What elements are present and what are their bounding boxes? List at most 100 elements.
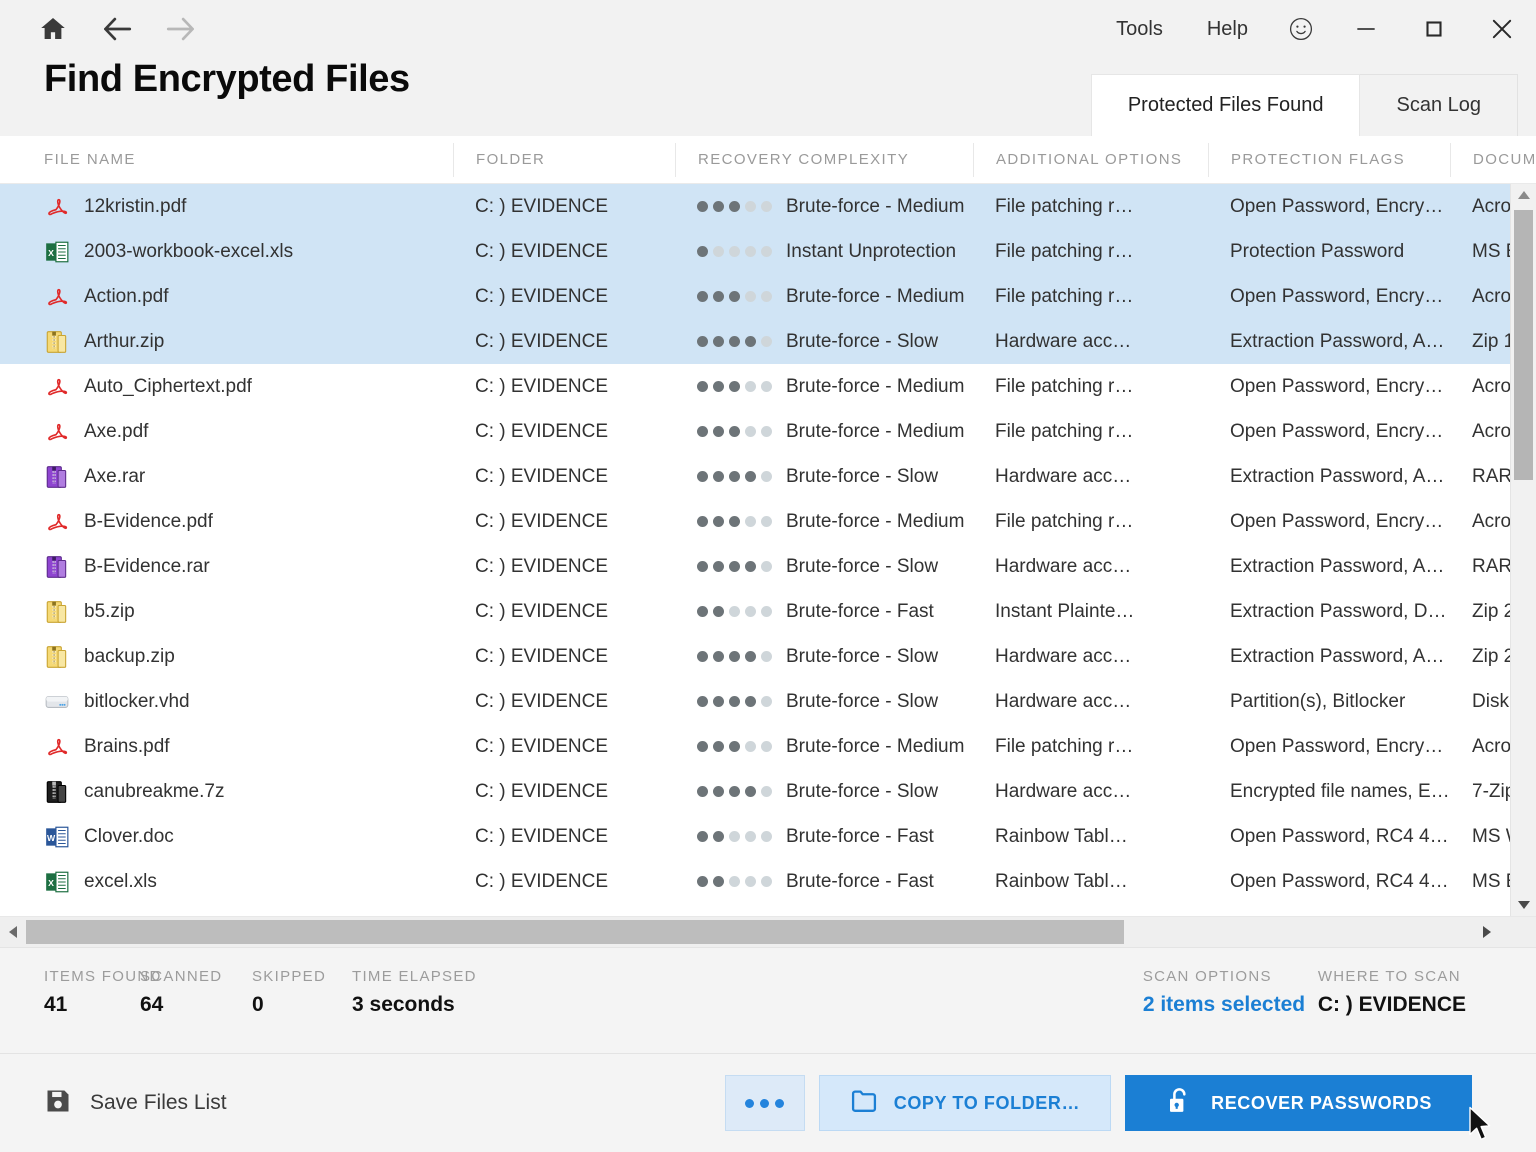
- complexity-label: Brute-force - Slow: [786, 556, 938, 578]
- complexity-dot: [729, 741, 740, 752]
- table-row[interactable]: Action.pdfC: ) EVIDENCEBrute-force - Med…: [0, 274, 1536, 319]
- scroll-right-arrow-icon[interactable]: [1474, 917, 1500, 947]
- scroll-up-arrow-icon[interactable]: [1511, 184, 1536, 206]
- pdf-file-icon: [44, 374, 70, 400]
- table-row[interactable]: Axe.rarC: ) EVIDENCEBrute-force - SlowHa…: [0, 454, 1536, 499]
- maximize-icon[interactable]: [1400, 0, 1468, 58]
- complexity-dot: [745, 426, 756, 437]
- vertical-scrollbar-thumb[interactable]: [1514, 210, 1533, 480]
- complexity-dot: [745, 201, 756, 212]
- complexity-dot: [713, 516, 724, 527]
- home-icon[interactable]: [34, 10, 72, 48]
- file-name-label: b5.zip: [84, 601, 135, 623]
- tab-protected-files-found[interactable]: Protected Files Found: [1091, 74, 1361, 136]
- complexity-dot: [761, 606, 772, 617]
- horizontal-scrollbar-thumb[interactable]: [26, 920, 1124, 944]
- table-row[interactable]: Auto_Ciphertext.pdfC: ) EVIDENCEBrute-fo…: [0, 364, 1536, 409]
- table-row[interactable]: Arthur.zipC: ) EVIDENCEBrute-force - Slo…: [0, 319, 1536, 364]
- stat-time-elapsed: TIME ELAPSED 3 seconds: [352, 968, 477, 1017]
- stat-scanned: SCANNED 64: [140, 968, 252, 1017]
- zip-file-icon: [44, 644, 70, 670]
- cell-file-name: Axe.rar: [0, 464, 453, 490]
- table-row[interactable]: 12kristin.pdfC: ) EVIDENCEBrute-force - …: [0, 184, 1536, 229]
- complexity-dot: [697, 741, 708, 752]
- title-bar-right: Tools Help: [1094, 0, 1536, 58]
- recover-passwords-label: RECOVER PASSWORDS: [1211, 1093, 1432, 1114]
- cell-file-name: 12kristin.pdf: [0, 194, 453, 220]
- complexity-dot: [761, 696, 772, 707]
- status-bar: ITEMS FOUND 41 SCANNED 64 SKIPPED 0 TIME…: [0, 948, 1536, 1054]
- column-header-document-type[interactable]: DOCUME: [1450, 143, 1536, 177]
- table-row[interactable]: Xexcel.xlsC: ) EVIDENCEBrute-force - Fas…: [0, 859, 1536, 904]
- horizontal-scrollbar[interactable]: [0, 916, 1536, 948]
- table-row[interactable]: b5.zipC: ) EVIDENCEBrute-force - FastIns…: [0, 589, 1536, 634]
- complexity-dot: [697, 471, 708, 482]
- complexity-dot: [713, 291, 724, 302]
- save-files-list-button[interactable]: Save Files List: [44, 1087, 227, 1120]
- table-column-headers: FILE NAME FOLDER RECOVERY COMPLEXITY ADD…: [0, 136, 1536, 184]
- table-row[interactable]: X2003-workbook-excel.xlsC: ) EVIDENCEIns…: [0, 229, 1536, 274]
- column-header-folder[interactable]: FOLDER: [453, 143, 675, 177]
- complexity-dot: [761, 336, 772, 347]
- cell-additional-options: File patching r…: [973, 736, 1208, 758]
- complexity-dot: [761, 426, 772, 437]
- table-row[interactable]: B-Evidence.rarC: ) EVIDENCEBrute-force -…: [0, 544, 1536, 589]
- column-header-recovery-complexity[interactable]: RECOVERY COMPLEXITY: [675, 143, 973, 177]
- stat-scan-options-value[interactable]: 2 items selected: [1143, 993, 1318, 1017]
- complexity-dot: [745, 831, 756, 842]
- cell-recovery-complexity: Instant Unprotection: [675, 241, 973, 263]
- cell-recovery-complexity: Brute-force - Slow: [675, 646, 973, 668]
- close-icon[interactable]: [1468, 0, 1536, 58]
- complexity-dot: [729, 201, 740, 212]
- complexity-dot: [729, 696, 740, 707]
- complexity-label: Brute-force - Medium: [786, 376, 964, 398]
- tab-scan-log[interactable]: Scan Log: [1360, 74, 1518, 136]
- navigation-controls: [34, 10, 200, 48]
- file-name-label: Clover.doc: [84, 826, 174, 848]
- menu-tools[interactable]: Tools: [1094, 0, 1185, 58]
- complexity-dot: [729, 606, 740, 617]
- table-row[interactable]: bitlocker.vhdC: ) EVIDENCEBrute-force - …: [0, 679, 1536, 724]
- table-row[interactable]: WClover.docC: ) EVIDENCEBrute-force - Fa…: [0, 814, 1536, 859]
- back-arrow-icon[interactable]: [98, 10, 136, 48]
- table-row[interactable]: B-Evidence.pdfC: ) EVIDENCEBrute-force -…: [0, 499, 1536, 544]
- menu-help[interactable]: Help: [1185, 0, 1270, 58]
- recover-passwords-button[interactable]: RECOVER PASSWORDS: [1125, 1075, 1472, 1131]
- column-header-file-name[interactable]: FILE NAME: [0, 143, 453, 177]
- cell-file-name: b5.zip: [0, 599, 453, 625]
- cell-additional-options: Hardware acc…: [973, 646, 1208, 668]
- table-row[interactable]: backup.zipC: ) EVIDENCEBrute-force - Slo…: [0, 634, 1536, 679]
- complexity-dot: [713, 471, 724, 482]
- cell-additional-options: File patching r…: [973, 196, 1208, 218]
- complexity-dot: [697, 201, 708, 212]
- file-name-label: canubreakme.7z: [84, 781, 224, 803]
- complexity-dot: [697, 426, 708, 437]
- scroll-left-arrow-icon[interactable]: [0, 917, 26, 947]
- copy-to-folder-button[interactable]: COPY TO FOLDER…: [819, 1075, 1111, 1131]
- cell-file-name: Action.pdf: [0, 284, 453, 310]
- complexity-dot: [745, 291, 756, 302]
- column-header-protection-flags[interactable]: PROTECTION FLAGS: [1208, 143, 1450, 177]
- complexity-dot: [745, 516, 756, 527]
- table-row[interactable]: Axe.pdfC: ) EVIDENCEBrute-force - Medium…: [0, 409, 1536, 454]
- smiley-face-icon[interactable]: [1270, 0, 1332, 58]
- complexity-dot: [713, 696, 724, 707]
- minimize-icon[interactable]: [1332, 0, 1400, 58]
- vertical-scrollbar[interactable]: [1510, 184, 1536, 916]
- complexity-dot: [729, 471, 740, 482]
- complexity-dot: [745, 696, 756, 707]
- column-header-additional-options[interactable]: ADDITIONAL OPTIONS: [973, 143, 1208, 177]
- table-row[interactable]: canubreakme.7zC: ) EVIDENCEBrute-force -…: [0, 769, 1536, 814]
- complexity-dot: [729, 651, 740, 662]
- more-options-button[interactable]: [725, 1075, 805, 1131]
- horizontal-scrollbar-track[interactable]: [26, 920, 1474, 944]
- complexity-dot: [697, 516, 708, 527]
- stat-skipped-value: 0: [252, 993, 352, 1017]
- complexity-label: Brute-force - Slow: [786, 331, 938, 353]
- scroll-down-arrow-icon[interactable]: [1511, 894, 1536, 916]
- complexity-dot: [761, 381, 772, 392]
- complexity-dot: [761, 786, 772, 797]
- table-row[interactable]: Brains.pdfC: ) EVIDENCEBrute-force - Med…: [0, 724, 1536, 769]
- complexity-label: Brute-force - Fast: [786, 871, 934, 893]
- cell-folder: C: ) EVIDENCE: [453, 871, 675, 893]
